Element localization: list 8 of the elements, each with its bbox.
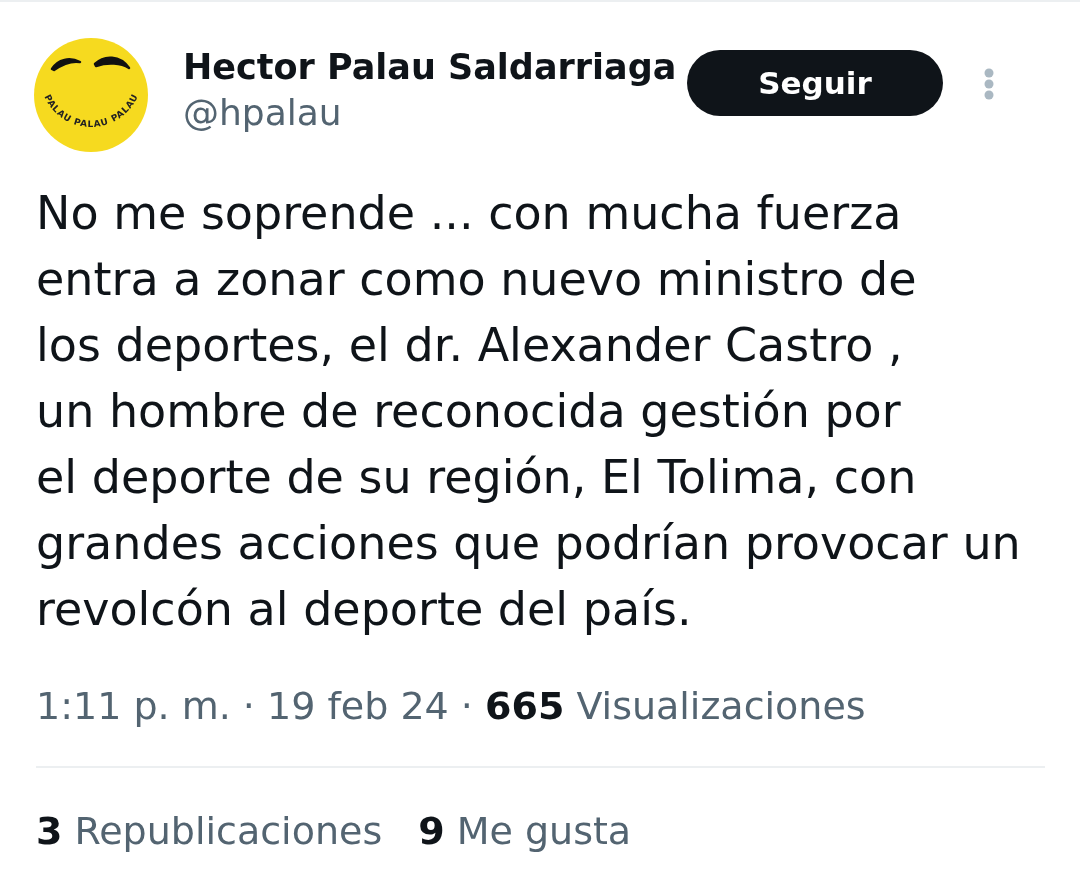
stat-link[interactable]: 3 Republicaciones: [36, 807, 383, 855]
tweet-text: No me soprende ... con mucha fuerza entra a zonar como nuevo ministro de los deportes, el dr. Alexander Castro , un hombre de reconocida gestión por el deporte de su región, El Tolima, con grandes acciones que podrían provocar un revolcón al deporte del país.: [35, 185, 1022, 638]
tweet-metadata: 1:11 p. m. · 19 feb 24 · 665 Visualizaciones: [35, 683, 867, 730]
author-handle[interactable]: @hpalau: [183, 90, 683, 136]
more-options-icon[interactable]: [983, 68, 995, 100]
author-name[interactable]: Hector Palau Saldarriaga: [183, 44, 683, 90]
follow-button[interactable]: Seguir: [687, 50, 943, 116]
stat-link[interactable]: 9 Me gusta: [418, 807, 632, 855]
